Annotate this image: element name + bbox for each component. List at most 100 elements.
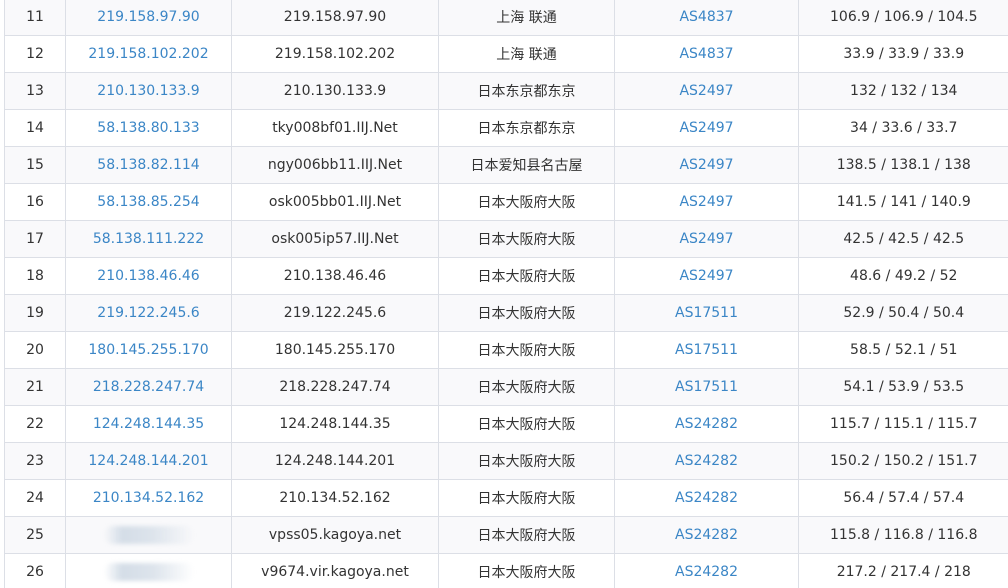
hostname-cell: tky008bf01.IIJ.Net — [231, 109, 439, 147]
asn-link-cell: AS17511 — [614, 331, 799, 369]
hostname: osk005bb01.IIJ.Net — [268, 194, 402, 210]
hop-number: 14 — [26, 120, 44, 136]
location: 日本爱知县名古屋 — [470, 158, 583, 174]
latency: 42.5 / 42.5 / 42.5 — [843, 231, 965, 247]
asn-link-cell: AS24282 — [614, 405, 799, 443]
ip-address-link-cell: 58.138.85.254 — [65, 183, 232, 221]
hop-number-cell: 12 — [4, 35, 66, 73]
hostname: 219.158.102.202 — [274, 46, 396, 62]
asn-link[interactable]: AS24282 — [675, 527, 738, 543]
asn-link[interactable]: AS17511 — [675, 379, 738, 395]
asn-link-cell: AS17511 — [614, 294, 799, 332]
latency: 54.1 / 53.9 / 53.5 — [843, 379, 965, 395]
latency: 141.5 / 141 / 140.9 — [836, 194, 971, 210]
redacted-ip — [103, 563, 194, 581]
ip-address-link[interactable]: 210.130.133.9 — [97, 83, 199, 99]
latency-cell: 52.9 / 50.4 / 50.4 — [798, 294, 1008, 332]
hostname-cell: 124.248.144.201 — [231, 442, 439, 480]
hostname-cell: 218.228.247.74 — [231, 368, 439, 406]
hop-number-cell: 17 — [4, 220, 66, 258]
hostname-cell: 180.145.255.170 — [231, 331, 439, 369]
ip-address-link[interactable]: 58.138.111.222 — [93, 231, 204, 247]
asn-link[interactable]: AS17511 — [675, 342, 738, 358]
hop-number: 13 — [26, 83, 44, 99]
hop-number: 11 — [26, 9, 44, 25]
ip-address-link[interactable]: 210.134.52.162 — [93, 490, 204, 506]
ip-address-link[interactable]: 219.158.97.90 — [97, 9, 199, 25]
latency: 150.2 / 150.2 / 151.7 — [830, 453, 978, 469]
hop-number-cell: 22 — [4, 405, 66, 443]
latency: 115.8 / 116.8 / 116.8 — [830, 527, 978, 543]
location: 日本东京都东京 — [477, 84, 576, 100]
ip-address-link[interactable]: 180.145.255.170 — [88, 342, 208, 358]
hostname-cell: vpss05.kagoya.net — [231, 516, 439, 554]
ip-address-link[interactable]: 58.138.82.114 — [97, 157, 199, 173]
asn-link-cell: AS2497 — [614, 146, 799, 184]
hostname: vpss05.kagoya.net — [268, 527, 402, 543]
hop-number: 24 — [26, 490, 44, 506]
asn-link[interactable]: AS2497 — [679, 194, 733, 210]
hostname-cell: osk005bb01.IIJ.Net — [231, 183, 439, 221]
location: 日本大阪府大阪 — [477, 232, 576, 248]
location-cell: 日本大阪府大阪 — [438, 294, 615, 332]
asn-link[interactable]: AS2497 — [679, 268, 733, 284]
hostname-cell: 210.134.52.162 — [231, 479, 439, 517]
asn-link-cell: AS2497 — [614, 257, 799, 295]
asn-link[interactable]: AS4837 — [679, 9, 733, 25]
location: 上海 联通 — [496, 10, 557, 26]
location-cell: 日本大阪府大阪 — [438, 331, 615, 369]
location-cell: 日本大阪府大阪 — [438, 442, 615, 480]
asn-link[interactable]: AS17511 — [675, 305, 738, 321]
latency-cell: 115.7 / 115.1 / 115.7 — [798, 405, 1008, 443]
hop-number-cell: 20 — [4, 331, 66, 369]
ip-address-link[interactable]: 219.158.102.202 — [88, 46, 208, 62]
hop-number-cell: 11 — [4, 0, 66, 36]
table-row: 16 58.138.85.254 osk005bb01.IIJ.Net 日本大阪府大阪… — [4, 183, 1008, 221]
asn-link[interactable]: AS4837 — [679, 46, 733, 62]
asn-link[interactable]: AS2497 — [679, 83, 733, 99]
asn-link[interactable]: AS2497 — [679, 231, 733, 247]
latency-cell: 56.4 / 57.4 / 57.4 — [798, 479, 1008, 517]
ip-address-cell — [65, 516, 232, 554]
location: 日本大阪府大阪 — [477, 269, 576, 285]
ip-address-link[interactable]: 210.138.46.46 — [97, 268, 199, 284]
location: 日本大阪府大阪 — [477, 306, 576, 322]
asn-link[interactable]: AS2497 — [679, 157, 733, 173]
ip-address-link-cell: 218.228.247.74 — [65, 368, 232, 406]
location-cell: 日本大阪府大阪 — [438, 405, 615, 443]
hop-number-cell: 13 — [4, 72, 66, 110]
latency: 138.5 / 138.1 / 138 — [836, 157, 971, 173]
location-cell: 上海 联通 — [438, 0, 615, 36]
ip-address-link[interactable]: 219.122.245.6 — [97, 305, 199, 321]
table-row: 20 180.145.255.170 180.145.255.170 日本大阪府大阪 A… — [4, 331, 1008, 369]
asn-link-cell: AS17511 — [614, 368, 799, 406]
location-cell: 日本大阪府大阪 — [438, 516, 615, 554]
ip-address-link[interactable]: 124.248.144.201 — [88, 453, 208, 469]
asn-link[interactable]: AS24282 — [675, 564, 738, 580]
latency: 48.6 / 49.2 / 52 — [850, 268, 958, 284]
hostname-cell: ngy006bb11.IIJ.Net — [231, 146, 439, 184]
asn-link[interactable]: AS2497 — [679, 120, 733, 136]
hostname: 180.145.255.170 — [274, 342, 396, 358]
hostname-cell: 210.138.46.46 — [231, 257, 439, 295]
asn-link-cell: AS4837 — [614, 35, 799, 73]
hostname: v9674.vir.kagoya.net — [261, 564, 409, 580]
latency-cell: 34 / 33.6 / 33.7 — [798, 109, 1008, 147]
location-cell: 上海 联通 — [438, 35, 615, 73]
location-cell: 日本东京都东京 — [438, 72, 615, 110]
ip-address-link[interactable]: 124.248.144.35 — [93, 416, 204, 432]
asn-link[interactable]: AS24282 — [675, 453, 738, 469]
latency: 217.2 / 217.4 / 218 — [836, 564, 971, 580]
hostname-cell: 219.158.102.202 — [231, 35, 439, 73]
ip-address-link-cell: 219.158.97.90 — [65, 0, 232, 36]
latency-cell: 58.5 / 52.1 / 51 — [798, 331, 1008, 369]
asn-link[interactable]: AS24282 — [675, 490, 738, 506]
ip-address-link[interactable]: 218.228.247.74 — [93, 379, 204, 395]
location: 日本大阪府大阪 — [477, 343, 576, 359]
asn-link[interactable]: AS24282 — [675, 416, 738, 432]
ip-address-link[interactable]: 58.138.80.133 — [97, 120, 199, 136]
hostname-cell: 210.130.133.9 — [231, 72, 439, 110]
location-cell: 日本大阪府大阪 — [438, 220, 615, 258]
ip-address-link[interactable]: 58.138.85.254 — [97, 194, 199, 210]
ip-address-link-cell: 180.145.255.170 — [65, 331, 232, 369]
